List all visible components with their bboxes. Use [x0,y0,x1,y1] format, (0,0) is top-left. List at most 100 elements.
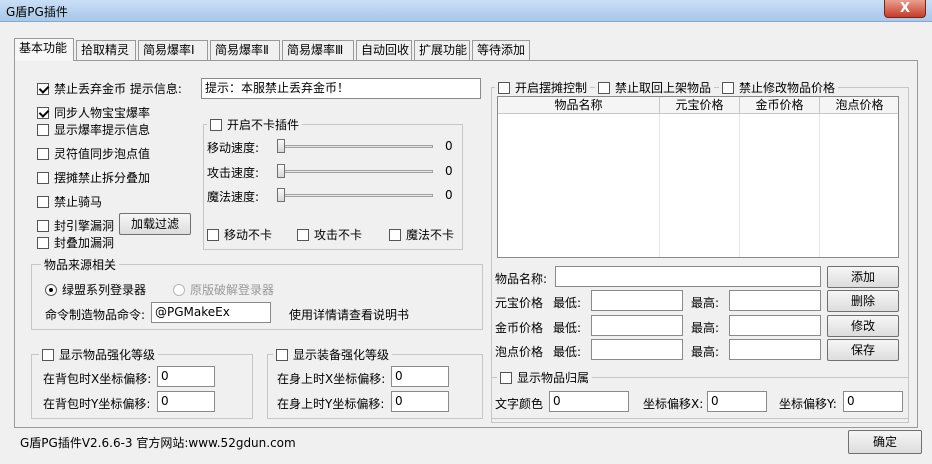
source-group-title: 物品来源相关 [41,256,120,273]
belong-title[interactable]: 显示物品归属 [497,369,593,386]
move-speed-label: 移动速度: [207,141,260,155]
belong-label: 显示物品归属 [517,371,590,385]
belong-y-label: 坐标偏移Y: [779,397,837,411]
make-cmd-input[interactable]: @PGMakeEx [151,302,271,323]
checkbox-icon [37,172,49,184]
column-bubble[interactable]: 泡点价格 [820,97,898,114]
yuanbao-price-label: 元宝价格 [495,296,544,310]
move-nolag-checkbox[interactable]: 移动不卡 [207,226,272,243]
item-enhance-x-label: 在背包时X坐标偏移: [43,372,152,386]
magic-speed-slider-thumb[interactable] [277,188,285,202]
equip-enhance-x-label: 在身上时X坐标偏移: [277,372,386,386]
tab-drop-1[interactable]: 简易爆率Ⅰ [138,40,208,60]
checkbox-icon [37,220,49,232]
checkbox-icon [598,82,610,94]
attack-speed-label: 攻击速度: [207,166,260,180]
equip-enhance-title[interactable]: 显示装备强化等级 [273,346,393,363]
stall-table-header: 物品名称 元宝价格 金币价格 泡点价格 [498,97,898,114]
bubble-max-label: 最高: [691,345,720,359]
radio-icon [45,284,57,296]
bubble-min-label: 最低: [553,345,582,359]
gold-max-input[interactable] [729,315,821,336]
ban-drop-gold-checkbox[interactable]: 禁止丢弃金币 提示信息: [37,80,182,97]
stall-ban-take-checkbox[interactable]: 禁止取回上架物品 [595,79,715,96]
title-bar: G盾PG插件 X [0,0,932,22]
item-enhance-title[interactable]: 显示物品强化等级 [39,346,159,363]
tab-drop-2[interactable]: 简易爆率Ⅱ [210,40,280,60]
checkbox-icon [207,229,219,241]
modify-button[interactable]: 修改 [827,315,899,337]
nolag-title-label: 开启不卡插件 [227,118,300,132]
checkbox-icon [498,82,510,94]
item-enhance-y-input[interactable]: 0 [157,391,215,412]
drop-gold-tip-input[interactable]: 提示：本服禁止丢弃金币！ [201,78,481,99]
bubble-price-label: 泡点价格 [495,345,544,359]
checkbox-icon [37,196,49,208]
tab-basic[interactable]: 基本功能 [14,38,74,61]
stall-ban-take-label: 禁止取回上架物品 [615,81,712,95]
lvmeng-login-radio[interactable]: 绿盟系列登录器 [45,281,146,298]
column-yuanbao[interactable]: 元宝价格 [660,97,740,114]
bubble-min-input[interactable] [591,339,683,360]
stall-item-table[interactable]: 物品名称 元宝价格 金币价格 泡点价格 [497,96,899,258]
tab-drop-3[interactable]: 简易爆率Ⅲ [282,40,354,60]
belong-x-label: 坐标偏移X: [643,397,704,411]
close-icon: X [899,1,911,16]
ban-ride-checkbox[interactable]: 禁止骑马 [37,193,102,210]
attack-speed-slider-thumb[interactable] [277,164,285,178]
yuanbao-min-input[interactable] [591,290,683,311]
sync-drop-checkbox[interactable]: 同步人物宝宝爆率 [37,104,150,121]
show-drop-tip-label: 显示爆率提示信息 [54,123,151,137]
attack-nolag-label: 攻击不卡 [314,228,363,242]
yuanbao-min-label: 最低: [553,296,582,310]
original-login-radio: 原版破解登录器 [173,281,274,298]
attack-nolag-checkbox[interactable]: 攻击不卡 [297,226,362,243]
grid-divider [819,114,820,257]
yuanbao-max-input[interactable] [729,290,821,311]
equip-enhance-label: 显示装备强化等级 [293,348,390,362]
version-text: G盾PG插件V2.6.6-3 官方网站:www.52gdun.com [20,436,296,450]
seal-engine-checkbox[interactable]: 封引擎漏洞 [37,217,114,234]
stall-ban-split-checkbox[interactable]: 摆摊禁止拆分叠加 [37,169,150,186]
checkbox-icon [37,83,49,95]
ok-button[interactable]: 确定 [848,430,922,454]
stall-enable-checkbox[interactable]: 开启摆摊控制 [495,79,591,96]
yuanbao-max-label: 最高: [691,296,720,310]
gold-min-input[interactable] [591,315,683,336]
bubble-max-input[interactable] [729,339,821,360]
equip-enhance-x-input[interactable]: 0 [391,366,449,387]
tab-pending[interactable]: 等待添加 [472,40,530,60]
close-button[interactable]: X [884,0,926,18]
load-filter-button[interactable]: 加载过滤 [119,213,191,235]
item-enhance-x-input[interactable]: 0 [157,366,215,387]
add-button[interactable]: 添加 [827,266,899,288]
gold-price-label: 金币价格 [495,321,544,335]
show-drop-tip-checkbox[interactable]: 显示爆率提示信息 [37,121,150,138]
delete-button[interactable]: 删除 [827,290,899,312]
belong-x-input[interactable]: 0 [707,391,767,412]
equip-enhance-y-input[interactable]: 0 [391,391,449,412]
sync-bubble-checkbox[interactable]: 灵符值同步泡点值 [37,145,150,162]
tab-recycle[interactable]: 自动回收 [356,40,412,60]
move-speed-slider-thumb[interactable] [277,139,285,153]
text-color-input[interactable]: 0 [549,391,629,412]
column-item-name[interactable]: 物品名称 [498,97,660,114]
magic-nolag-label: 魔法不卡 [406,228,455,242]
save-button[interactable]: 保存 [827,339,899,361]
tab-pickup[interactable]: 拾取精灵 [76,40,136,60]
gold-max-label: 最高: [691,321,720,335]
checkbox-icon [389,229,401,241]
stall-ban-modify-checkbox[interactable]: 禁止修改物品价格 [719,79,839,96]
attack-speed-slider[interactable] [277,170,433,173]
move-speed-slider[interactable] [277,145,433,148]
column-gold[interactable]: 金币价格 [740,97,820,114]
item-name-input[interactable] [555,266,821,287]
magic-speed-slider[interactable] [277,194,433,197]
belong-y-input[interactable]: 0 [843,391,903,412]
checkbox-icon [500,372,512,384]
nolag-group-title[interactable]: 开启不卡插件 [207,116,303,133]
make-cmd-hint: 使用详情请查看说明书 [289,308,410,322]
magic-nolag-checkbox[interactable]: 魔法不卡 [389,226,454,243]
tab-extend[interactable]: 扩展功能 [414,40,470,60]
seal-stack-checkbox[interactable]: 封叠加漏洞 [37,234,114,251]
